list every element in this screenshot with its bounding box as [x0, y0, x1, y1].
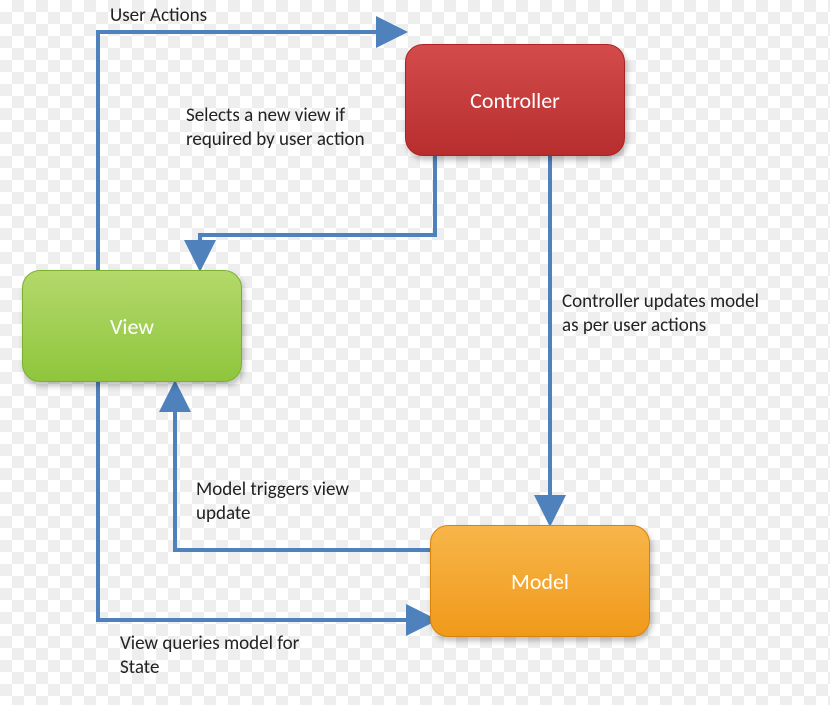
- controller-label: Controller: [470, 87, 560, 114]
- controller-node: Controller: [405, 44, 625, 156]
- label-controller-updates: Controller updates model as per user act…: [562, 290, 772, 338]
- arrow-selects-view: [200, 156, 435, 264]
- label-user-actions: User Actions: [110, 4, 207, 28]
- model-label: Model: [511, 568, 569, 595]
- arrow-model-triggers: [175, 388, 430, 550]
- label-model-triggers: Model triggers view update: [196, 478, 396, 526]
- label-view-queries: View queries model for State: [120, 632, 340, 680]
- mvc-diagram: Controller View Model User Actions Selec…: [0, 0, 830, 705]
- view-label: View: [110, 313, 154, 340]
- view-node: View: [22, 270, 242, 382]
- model-node: Model: [430, 525, 650, 637]
- label-selects-view: Selects a new view if required by user a…: [186, 104, 386, 152]
